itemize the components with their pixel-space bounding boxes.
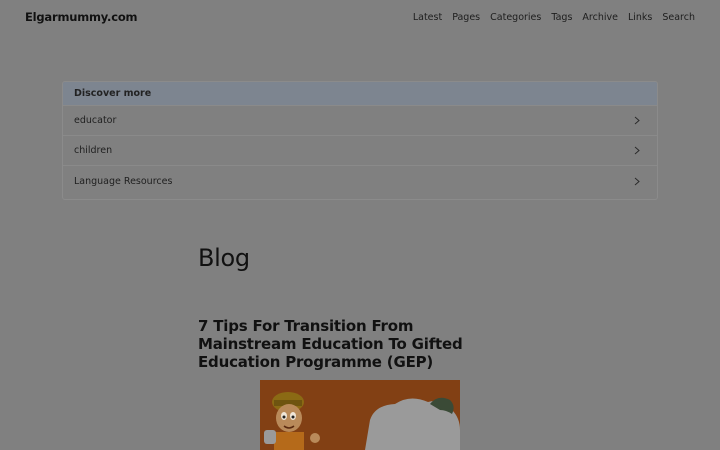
discover-item-language-resources[interactable]: Language Resources [63,166,657,196]
post-thumbnail-image[interactable] [260,380,460,450]
main-nav: Latest Pages Categories Tags Archive Lin… [403,12,695,23]
discover-item-label: children [74,145,113,156]
nav-links[interactable]: Links [628,12,652,23]
page-title: Blog [198,244,250,272]
chevron-right-icon [634,116,640,125]
nav-latest[interactable]: Latest [413,12,442,23]
cartoon-illustration [260,380,460,450]
discover-item-educator[interactable]: educator [63,106,657,136]
discover-more-panel: Discover more educator children Language… [62,81,658,200]
nav-archive[interactable]: Archive [582,12,618,23]
site-title-link[interactable]: Elgarmummy.com [25,10,138,24]
discover-item-children[interactable]: children [63,136,657,166]
nav-tags[interactable]: Tags [551,12,572,23]
nav-search[interactable]: Search [662,12,695,23]
post-title-link[interactable]: 7 Tips For Transition From Mainstream Ed… [198,317,498,371]
nav-pages[interactable]: Pages [452,12,480,23]
discover-item-label: Language Resources [74,175,173,187]
discover-item-label: educator [74,115,117,126]
discover-more-heading: Discover more [63,82,657,106]
chevron-right-icon [634,177,640,185]
chevron-right-icon [634,146,640,155]
site-header: Elgarmummy.com Latest Pages Categories T… [0,0,720,36]
nav-categories[interactable]: Categories [490,12,541,23]
